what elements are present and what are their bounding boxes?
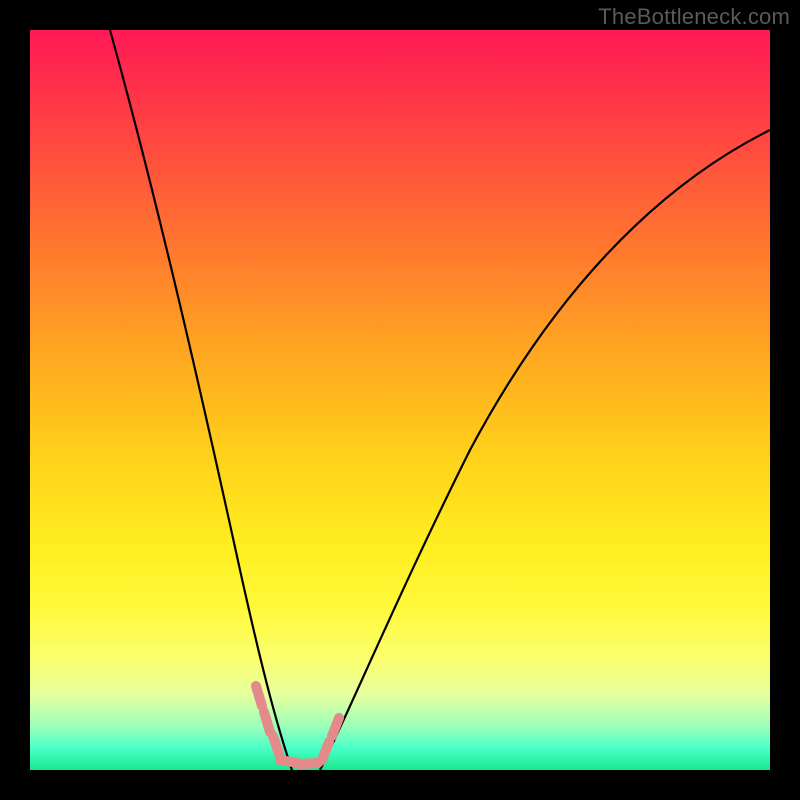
plot-area (30, 30, 770, 770)
highlight-ticks (256, 686, 339, 764)
left-curve (110, 30, 292, 770)
right-curve (320, 130, 770, 770)
watermark-text: TheBottleneck.com (598, 4, 790, 30)
chart-frame: TheBottleneck.com (0, 0, 800, 800)
curve-layer (30, 30, 770, 770)
